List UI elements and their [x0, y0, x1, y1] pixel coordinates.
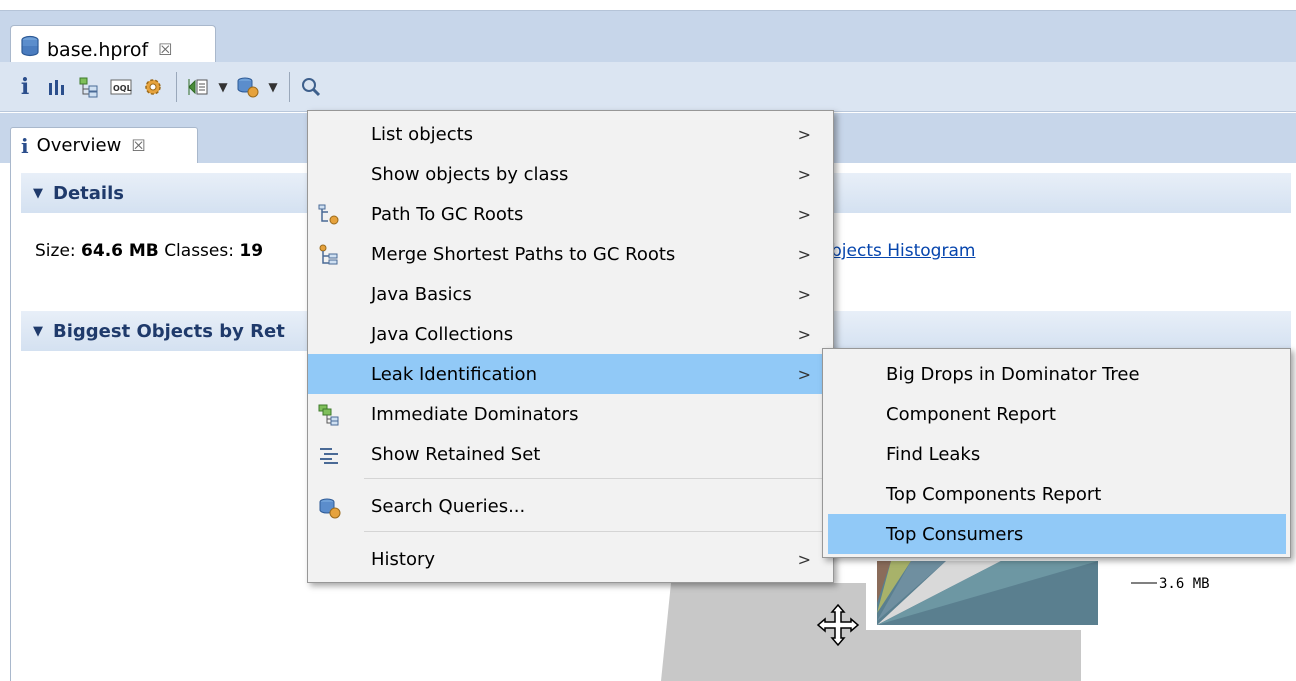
submenu-item-top-consumers[interactable]: Top Consumers — [828, 514, 1286, 554]
menu-item-leak-identification[interactable]: Leak Identification > — [308, 354, 833, 394]
menu-item-immediate-dominators[interactable]: Immediate Dominators — [308, 394, 833, 434]
menu-item-show-retained-set[interactable]: Show Retained Set — [308, 434, 833, 474]
submenu-item-big-drops[interactable]: Big Drops in Dominator Tree — [828, 354, 1286, 394]
svg-text:OQL: OQL — [113, 84, 132, 93]
dominator-tree-icon[interactable] — [76, 74, 102, 100]
menu-separator — [364, 531, 827, 532]
run-report-icon[interactable] — [185, 74, 211, 100]
heap-dump-icon — [19, 35, 41, 64]
oql-icon[interactable]: OQL — [108, 74, 134, 100]
histogram-icon[interactable] — [44, 74, 70, 100]
submenu-arrow-icon: > — [797, 549, 811, 569]
query-browser-icon — [318, 496, 341, 519]
menu-item-show-objects-by-class[interactable]: Show objects by class > — [308, 154, 833, 194]
window-top-strip — [0, 0, 1296, 10]
merge-paths-icon — [318, 244, 340, 266]
submenu-arrow-icon: > — [797, 164, 811, 184]
editor-tab-label: base.hprof — [47, 38, 149, 61]
toolbar-separator — [176, 71, 177, 102]
query-browser-icon[interactable] — [235, 74, 261, 100]
move-cursor-icon — [816, 603, 860, 647]
pie-value-label: 3.6 MB — [1159, 576, 1210, 592]
chevron-down-icon[interactable]: ▼ — [217, 74, 229, 100]
chevron-down-icon[interactable]: ▼ — [267, 74, 279, 100]
info-icon: i — [21, 133, 29, 158]
submenu-arrow-icon: > — [797, 124, 811, 144]
info-icon[interactable]: i — [12, 74, 38, 100]
menu-separator — [364, 478, 827, 479]
query-context-menu: List objects > Show objects by class > P… — [307, 110, 834, 583]
menu-item-merge-shortest-paths[interactable]: Merge Shortest Paths to GC Roots > — [308, 234, 833, 274]
editor-tab-bar: base.hprof ☒ — [0, 10, 1296, 73]
leak-identification-submenu: Big Drops in Dominator Tree Component Re… — [822, 348, 1291, 558]
submenu-arrow-icon: > — [797, 284, 811, 304]
tab-overview-label: Overview — [36, 135, 122, 156]
menu-item-list-objects[interactable]: List objects > — [308, 114, 833, 154]
close-icon[interactable]: ☒ — [131, 136, 145, 155]
close-icon[interactable]: ☒ — [158, 40, 172, 59]
submenu-arrow-icon: > — [797, 204, 811, 224]
submenu-arrow-icon: > — [797, 324, 811, 344]
submenu-item-find-leaks[interactable]: Find Leaks — [828, 434, 1286, 474]
menu-item-history[interactable]: History > — [308, 539, 833, 579]
menu-item-search-queries[interactable]: Search Queries... — [308, 486, 833, 526]
path-to-gc-roots-icon — [318, 204, 340, 226]
immediate-dominators-icon — [318, 404, 340, 426]
gear-icon[interactable] — [140, 74, 166, 100]
retained-set-icon — [318, 444, 340, 466]
search-icon[interactable] — [298, 74, 324, 100]
submenu-item-top-components-report[interactable]: Top Components Report — [828, 474, 1286, 514]
menu-item-java-basics[interactable]: Java Basics > — [308, 274, 833, 314]
tab-overview[interactable]: i Overview ☒ — [10, 127, 198, 163]
menu-item-path-to-gc-roots[interactable]: Path To GC Roots > — [308, 194, 833, 234]
toolbar-separator — [289, 71, 290, 102]
submenu-item-component-report[interactable]: Component Report — [828, 394, 1286, 434]
submenu-arrow-icon: > — [797, 364, 811, 384]
submenu-arrow-icon: > — [797, 244, 811, 264]
menu-item-java-collections[interactable]: Java Collections > — [308, 314, 833, 354]
toolbar: i OQL ▼ ▼ — [0, 62, 1296, 112]
